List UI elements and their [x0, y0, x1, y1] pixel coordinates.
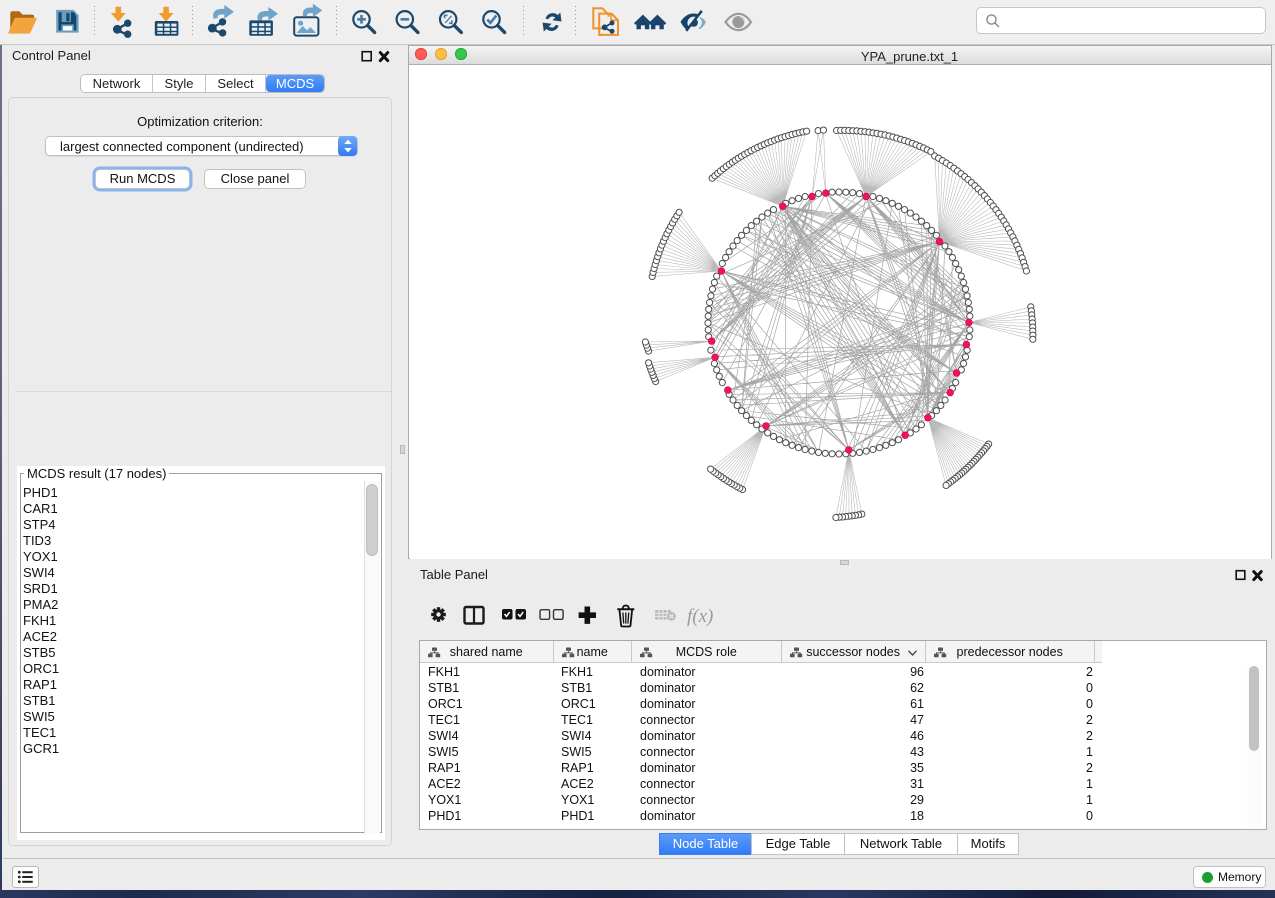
svg-text:f(x): f(x) [687, 606, 713, 627]
